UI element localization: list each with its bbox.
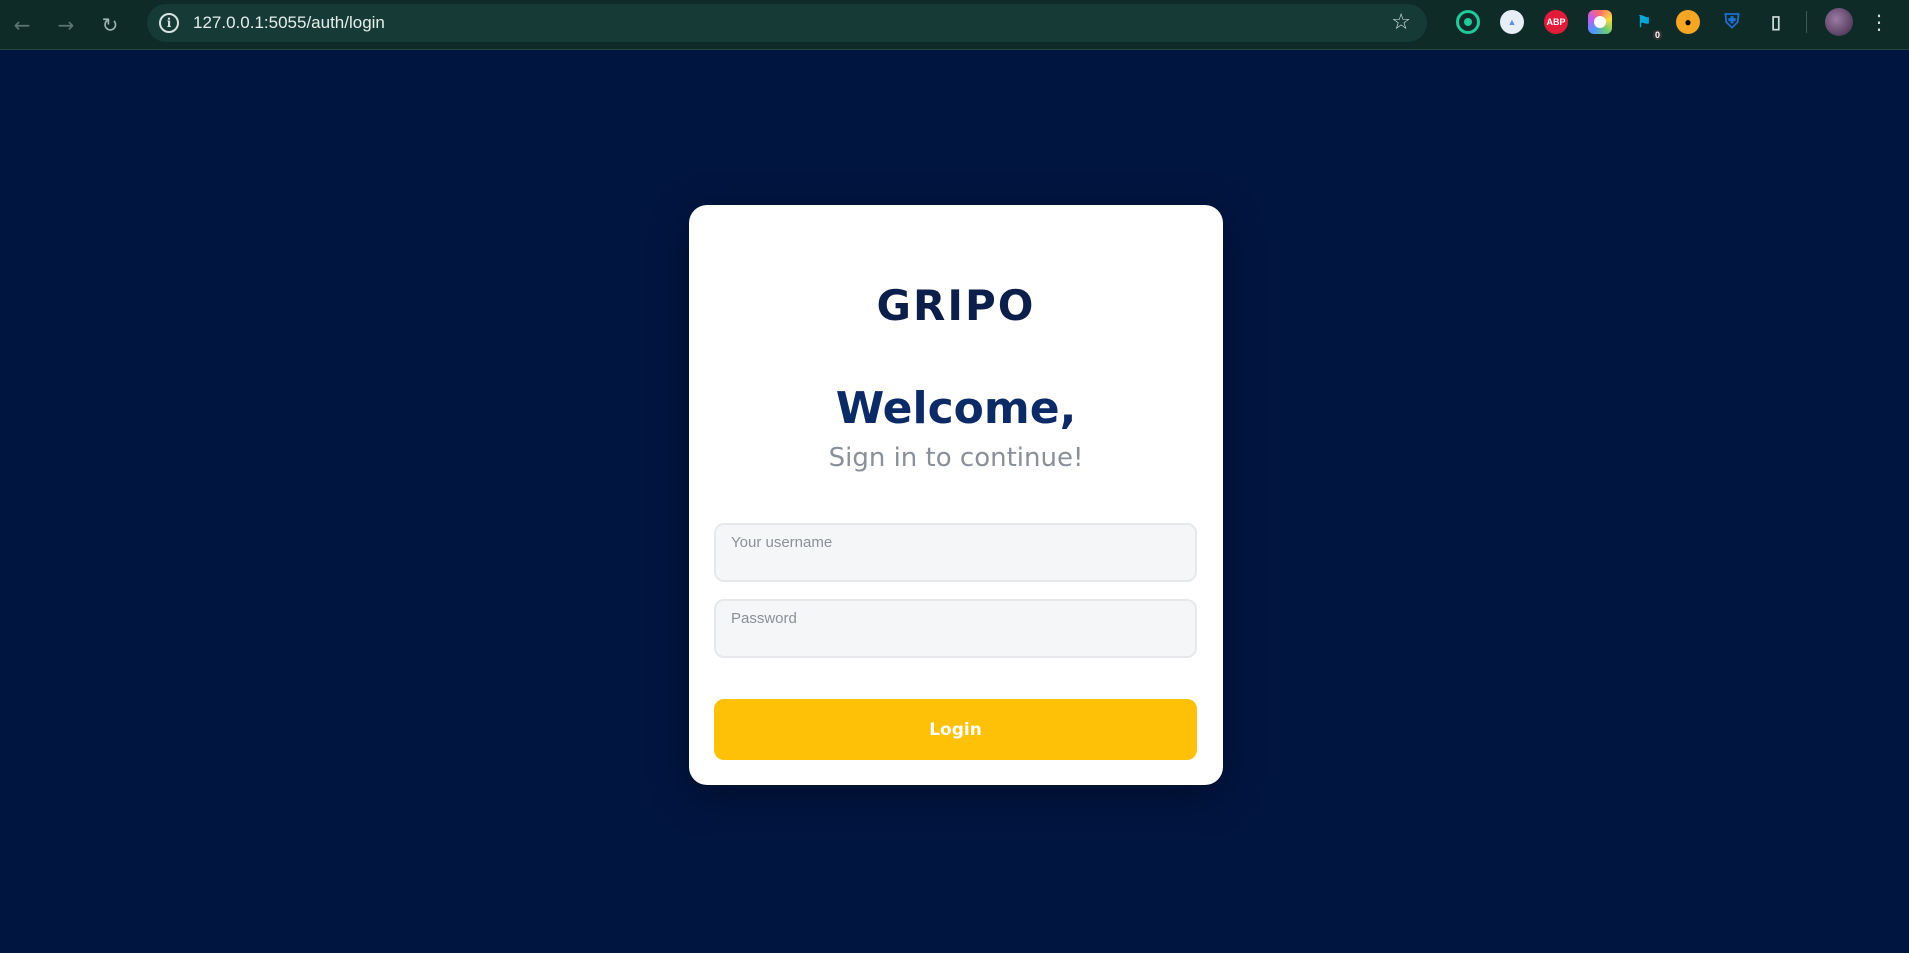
back-arrow-icon[interactable]: ← <box>0 3 44 47</box>
shield-extension-icon[interactable]: ⛨ <box>1720 10 1744 34</box>
duck-extension-icon[interactable]: ● <box>1676 10 1700 34</box>
username-input[interactable] <box>731 550 1180 572</box>
address-bar[interactable]: i 127.0.0.1:5055/auth/login ☆ <box>147 4 1427 42</box>
forward-arrow-icon[interactable]: → <box>44 3 88 47</box>
signin-subtitle: Sign in to continue! <box>828 443 1084 473</box>
extensions-area: ▲ ABP ⚑ 0 ● ⛨ ▯ ⋮ <box>1446 0 1889 44</box>
bird-extension-icon[interactable]: ▲ <box>1500 10 1524 34</box>
password-input[interactable] <box>731 626 1180 648</box>
star-icon[interactable]: ☆ <box>1391 10 1411 35</box>
profile-avatar[interactable] <box>1825 8 1853 36</box>
extension-badge: 0 <box>1652 30 1662 40</box>
login-card: GRIPO Welcome, Sign in to continue! Your… <box>689 205 1223 785</box>
adblock-label: ABP <box>1546 17 1566 27</box>
url-text[interactable]: 127.0.0.1:5055/auth/login <box>193 13 385 33</box>
adblock-extension-icon[interactable]: ABP <box>1544 10 1568 34</box>
password-label: Password <box>731 610 797 627</box>
reload-icon[interactable]: ↻ <box>88 3 132 47</box>
password-field[interactable]: Password <box>714 599 1197 658</box>
color-extension-icon[interactable] <box>1588 10 1612 34</box>
brand-logo: GRIPO <box>876 281 1036 330</box>
counter-extension-icon[interactable]: ⚑ 0 <box>1632 10 1662 40</box>
toolbar-divider <box>1806 11 1807 33</box>
welcome-heading: Welcome, <box>835 383 1077 434</box>
target-extension-icon[interactable] <box>1456 10 1480 34</box>
username-label: Your username <box>731 534 833 551</box>
more-menu-icon[interactable]: ⋮ <box>1869 10 1889 34</box>
login-button[interactable]: Login <box>714 699 1197 760</box>
site-info-icon[interactable]: i <box>159 13 179 33</box>
username-field[interactable]: Your username <box>714 523 1197 582</box>
puzzle-extension-icon[interactable]: ▯ <box>1764 10 1788 34</box>
browser-toolbar: ← → ↻ i 127.0.0.1:5055/auth/login ☆ ▲ AB… <box>0 0 1909 50</box>
